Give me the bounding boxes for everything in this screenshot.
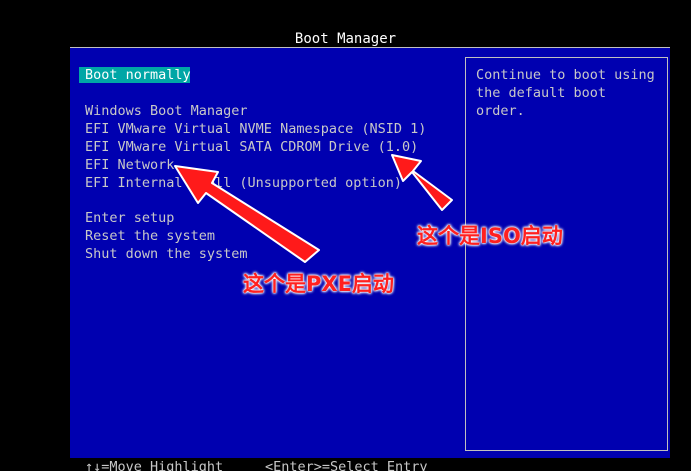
pxe-boot-annotation: 这个是PXE启动 [243,272,394,296]
arrow-to-network-icon [174,165,320,263]
arrow-to-cdrom-icon [391,154,453,211]
annotation-arrows [174,154,453,263]
iso-boot-annotation: 这个是ISO启动 [417,224,563,248]
